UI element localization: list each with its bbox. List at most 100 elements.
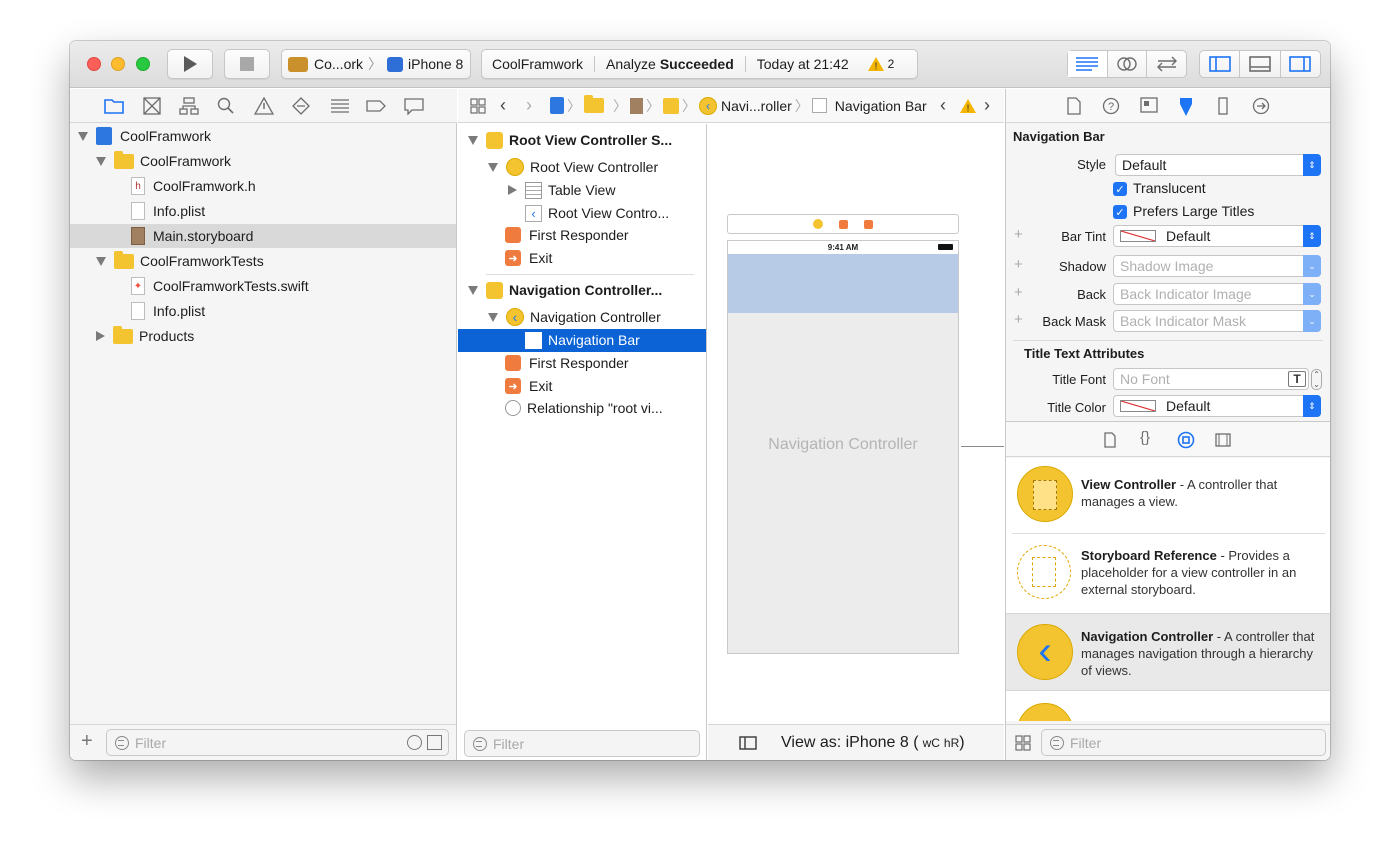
library-item-selected[interactable]: ‹ Navigation Controller - A controller t… — [1006, 613, 1330, 691]
storyboard-canvas[interactable]: 9:41 AM Navigation Controller View as: i… — [708, 124, 1004, 760]
navigator-filter[interactable]: Filter — [106, 729, 449, 756]
disclosure-open-icon — [488, 162, 498, 172]
translucent-checkbox[interactable]: ✓ — [1113, 182, 1127, 196]
bar-tint-dropdown[interactable]: Default ⇕ — [1113, 225, 1321, 247]
next-issue-icon[interactable]: › — [984, 95, 990, 116]
filter-icon — [473, 736, 487, 751]
toggle-utilities-button[interactable] — [1281, 51, 1320, 77]
version-editor-button[interactable] — [1147, 51, 1186, 77]
warning-icon[interactable]: ! — [959, 98, 977, 114]
tree-item-file[interactable]: h CoolFramwork.h — [131, 174, 256, 198]
scheme-selector[interactable]: Co...ork 〉 iPhone 8 — [281, 49, 471, 79]
outline-item-selected[interactable]: Navigation Bar — [525, 328, 640, 352]
standard-editor-button[interactable] — [1068, 51, 1108, 77]
tree-item-file[interactable]: ✦ CoolFramworkTests.swift — [131, 274, 309, 298]
source-control-filter-icon[interactable] — [427, 735, 442, 750]
outline-item[interactable]: ➜ Exit — [505, 374, 552, 398]
media-library-icon[interactable] — [1215, 433, 1231, 447]
title-color-dropdown[interactable]: Default ⇕ — [1113, 395, 1321, 417]
outline-item[interactable]: ‹ Navigation Controller — [488, 305, 661, 329]
outline-item[interactable]: First Responder — [505, 351, 629, 375]
library-item[interactable]: Storyboard Reference - Provides a placeh… — [1006, 536, 1330, 614]
issue-icon[interactable] — [254, 97, 274, 115]
help-icon[interactable]: ? — [1102, 97, 1120, 115]
view-as-button[interactable]: View as: iPhone 8 ( wC hR ) — [781, 734, 965, 752]
minimize-window-button[interactable] — [111, 57, 125, 71]
tree-item-project[interactable]: CoolFramwork — [78, 124, 211, 148]
forward-arrow-icon[interactable]: › — [526, 95, 532, 116]
hierarchy-icon[interactable] — [179, 97, 199, 115]
related-items-icon[interactable] — [470, 97, 486, 114]
shadow-image-field[interactable]: Shadow Image ⌄ — [1113, 255, 1321, 277]
nav-controller-dock-icon[interactable] — [813, 219, 823, 229]
connections-icon[interactable] — [1252, 97, 1270, 115]
outline-filter[interactable]: Filter — [464, 730, 700, 757]
outline-item[interactable]: First Responder — [505, 223, 629, 247]
breadcrumb[interactable]: Navi...roller — [721, 98, 792, 114]
scene-crumb-icon[interactable] — [663, 97, 679, 114]
grid-view-icon[interactable] — [1015, 735, 1031, 751]
bar-tint-value: Default — [1166, 228, 1211, 244]
assistant-editor-button[interactable] — [1108, 51, 1148, 77]
breakpoint-icon[interactable] — [366, 97, 386, 115]
outline-item[interactable]: Relationship "root vi... — [505, 396, 663, 420]
folder-icon[interactable] — [104, 97, 124, 115]
attributes-icon[interactable] — [1177, 97, 1195, 117]
navigation-bar-preview[interactable] — [728, 254, 958, 313]
back-indicator-field[interactable]: Back Indicator Image ⌄ — [1113, 283, 1321, 305]
zoom-window-button[interactable] — [136, 57, 150, 71]
scene-dock[interactable] — [727, 214, 959, 234]
file-inspector-icon[interactable] — [1067, 97, 1081, 115]
tree-item-group[interactable]: CoolFramwork — [96, 149, 231, 173]
first-responder-dock-icon[interactable] — [839, 219, 848, 229]
storyboard-crumb-icon[interactable] — [630, 97, 643, 114]
size-icon[interactable] — [1218, 97, 1228, 115]
object-library-icon[interactable] — [1177, 431, 1195, 449]
test-icon[interactable] — [292, 97, 310, 115]
library-item[interactable]: View Controller - A controller that mana… — [1006, 458, 1330, 536]
tree-item-group[interactable]: Products — [96, 324, 194, 348]
previous-issue-icon[interactable]: ‹ — [940, 95, 946, 116]
toggle-outline-icon[interactable] — [739, 735, 757, 750]
tree-item-group[interactable]: CoolFramworkTests — [96, 249, 264, 273]
large-titles-checkbox[interactable]: ✓ — [1113, 205, 1127, 219]
back-mask-field[interactable]: Back Indicator Mask ⌄ — [1113, 310, 1321, 332]
source-control-icon[interactable] — [143, 97, 161, 115]
toggle-navigator-button[interactable] — [1200, 51, 1241, 77]
library-filter[interactable]: Filter — [1041, 729, 1326, 756]
stepper-icon[interactable]: ⌃ ⌄ — [1311, 369, 1322, 390]
style-dropdown[interactable]: Default ⇕ — [1115, 154, 1321, 176]
outline-item[interactable]: Root View Controller — [488, 155, 658, 179]
tree-item-file-selected[interactable]: Main.storyboard — [131, 224, 253, 248]
stop-button[interactable] — [224, 49, 270, 79]
close-window-button[interactable] — [87, 57, 101, 71]
code-snippet-icon[interactable]: {} — [1140, 429, 1150, 446]
search-icon[interactable] — [217, 97, 235, 115]
nav-controller-crumb-icon[interactable]: ‹ — [699, 96, 717, 115]
device-frame[interactable]: 9:41 AM Navigation Controller — [727, 240, 959, 654]
report-icon[interactable] — [404, 97, 424, 115]
outline-item[interactable]: ‹ Root View Contro... — [525, 201, 669, 225]
back-arrow-icon[interactable]: ‹ — [500, 95, 506, 116]
title-font-field[interactable]: No Font T — [1113, 368, 1309, 390]
recent-clock-icon[interactable] — [407, 735, 422, 750]
outline-scene[interactable]: Navigation Controller... — [468, 278, 662, 302]
tree-item-file[interactable]: Info.plist — [131, 199, 205, 223]
warning-badge[interactable]: ! 2 — [867, 56, 894, 72]
outline-item[interactable]: Table View — [508, 178, 615, 202]
file-template-icon[interactable] — [1104, 432, 1116, 448]
run-button[interactable] — [167, 49, 213, 79]
breadcrumb-current[interactable]: Navigation Bar — [835, 98, 927, 114]
font-picker-icon[interactable]: T — [1288, 371, 1306, 387]
project-crumb-icon[interactable] — [550, 97, 564, 114]
folder-crumb-icon[interactable] — [584, 95, 604, 113]
identity-icon[interactable] — [1140, 97, 1158, 113]
add-icon[interactable]: + — [81, 730, 93, 753]
exit-dock-icon[interactable] — [864, 219, 873, 229]
toggle-debug-button[interactable] — [1240, 51, 1281, 77]
outline-item[interactable]: ➜ Exit — [505, 246, 552, 270]
debug-icon[interactable] — [330, 97, 350, 115]
chevron-right-icon: 〉 — [794, 97, 809, 114]
outline-scene[interactable]: Root View Controller S... — [468, 128, 672, 152]
tree-item-file[interactable]: Info.plist — [131, 299, 205, 323]
